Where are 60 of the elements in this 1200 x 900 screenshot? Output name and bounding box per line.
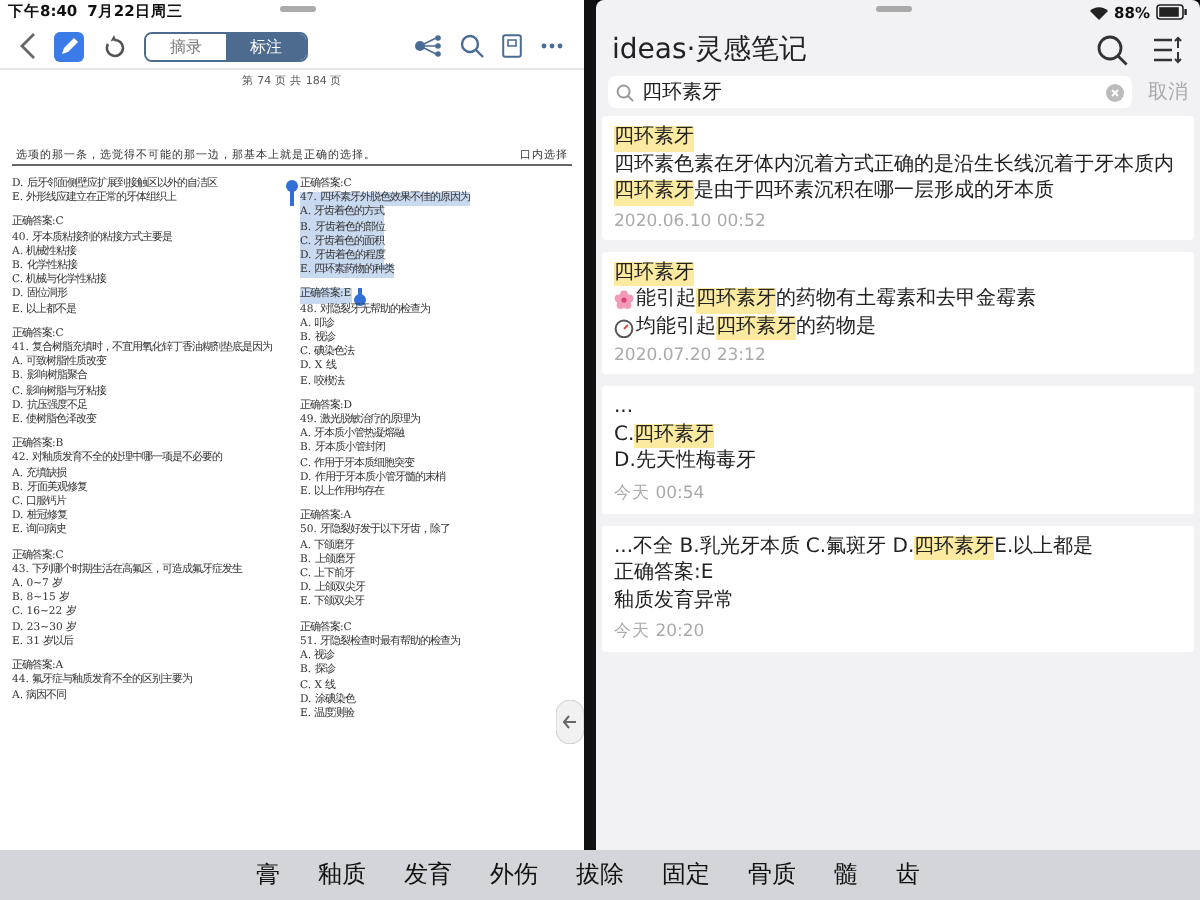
candidate-word[interactable]: 外伤 bbox=[490, 858, 538, 892]
note-timestamp: 今天 20:20 bbox=[614, 620, 707, 644]
slide-arrow-button[interactable] bbox=[556, 700, 584, 744]
grabber-handle[interactable] bbox=[280, 6, 316, 12]
highlighted-text: 四环素牙 bbox=[716, 315, 796, 340]
note-text: 是由于四环素沉积在哪一层形成的牙本质 bbox=[694, 180, 1054, 205]
note-text: 均能引起 bbox=[636, 315, 716, 340]
back-icon[interactable] bbox=[20, 32, 36, 60]
note-card[interactable]: 四环素牙 能引起四环素牙的药物有土霉素和去甲金霉素 均能引起四环素牙的药物是 2020.07.20 23:12 bbox=[602, 251, 1194, 374]
highlighted-text: 四环素牙 bbox=[614, 126, 694, 151]
note-card[interactable]: ... C.四环素牙 D.先天性梅毒牙 今天 00:54 bbox=[602, 386, 1194, 513]
flower-icon bbox=[614, 290, 634, 311]
selection-handle[interactable] bbox=[357, 288, 362, 301]
note-text: D.先天性梅毒牙 bbox=[614, 450, 756, 475]
highlighted-text: 四环素牙 bbox=[614, 180, 694, 205]
note-timestamp: 2020.07.20 23:12 bbox=[614, 346, 768, 366]
note-text: 的药物有土霉素和去甲金霉素 bbox=[776, 288, 1036, 313]
highlighted-text: 四环素牙 bbox=[634, 423, 715, 448]
highlighted-text: 四环素牙 bbox=[914, 535, 995, 560]
search-field[interactable]: 四环素牙 bbox=[608, 76, 1132, 108]
more-icon[interactable] bbox=[540, 42, 564, 50]
note-text: ... bbox=[614, 396, 634, 421]
candidate-word[interactable]: 拔除 bbox=[576, 858, 624, 892]
battery-icon bbox=[1156, 4, 1188, 20]
search-icon[interactable] bbox=[1096, 34, 1128, 66]
candidate-word[interactable]: 骨质 bbox=[748, 858, 796, 892]
share-icon[interactable] bbox=[414, 34, 442, 58]
note-card[interactable]: 四环素牙 四环素色素在牙体内沉着方式正确的是沿生长线沉着于牙本质内 四环素牙是由于四环素沉积在哪一层形成的牙本质 2020.06.10 00:52 bbox=[602, 116, 1194, 239]
note-text: ...不全 B.乳光牙本质 C.氟斑牙 D. bbox=[614, 535, 915, 560]
candidate-word[interactable]: 固定 bbox=[662, 858, 710, 892]
note-text: 釉质发育异常 bbox=[614, 589, 734, 614]
note-text: E.以上都是 bbox=[994, 535, 1094, 560]
candidate-word[interactable]: 发育 bbox=[404, 858, 452, 892]
note-timestamp: 今天 00:54 bbox=[614, 481, 707, 505]
note-text: 四环素色素在牙体内沉着方式正确的是沿生长线沉着于牙本质内 bbox=[614, 153, 1174, 178]
grabber-handle[interactable] bbox=[876, 6, 912, 12]
note-text: 正确答案:E bbox=[614, 562, 714, 587]
candidate-word[interactable]: 釉质 bbox=[318, 858, 366, 892]
search-input[interactable]: 四环素牙 bbox=[642, 81, 1098, 103]
search-icon[interactable] bbox=[460, 34, 484, 58]
undo-icon[interactable] bbox=[102, 34, 126, 58]
candidate-word[interactable]: 膏 bbox=[256, 858, 280, 892]
page-icon[interactable] bbox=[502, 34, 522, 58]
sort-icon[interactable] bbox=[1152, 36, 1184, 64]
note-timestamp: 2020.06.10 00:52 bbox=[614, 211, 768, 231]
app-title: ideas·灵感笔记 bbox=[612, 32, 808, 68]
pencil-icon bbox=[57, 34, 81, 58]
segment-tab[interactable]: 标注 bbox=[226, 33, 306, 59]
note-text: 的药物是 bbox=[796, 315, 876, 340]
wifi-icon bbox=[1090, 5, 1109, 19]
stopwatch-icon bbox=[614, 317, 634, 338]
candidate-word[interactable]: 齿 bbox=[896, 858, 920, 892]
note-text: 能引起 bbox=[636, 288, 696, 313]
candidate-word[interactable]: 髓 bbox=[834, 858, 858, 892]
note-text: C. bbox=[614, 423, 635, 448]
search-icon bbox=[616, 83, 634, 101]
pencil-button[interactable] bbox=[54, 31, 84, 61]
highlighted-text: 四环素牙 bbox=[696, 288, 776, 313]
highlighted-text: 四环素牙 bbox=[614, 261, 694, 286]
note-card[interactable]: ...不全 B.乳光牙本质 C.氟斑牙 D.四环素牙E.以上都是 正确答案:E 釉质发育异常 今天 20:20 bbox=[602, 525, 1194, 652]
